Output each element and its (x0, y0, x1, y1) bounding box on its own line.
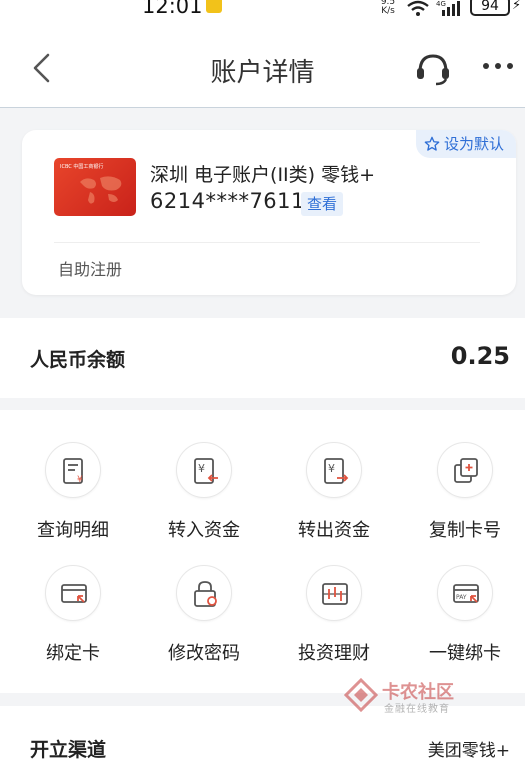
customer-service-icon[interactable] (414, 52, 452, 86)
notification-icon (206, 0, 222, 13)
pay-card-icon: PAY (453, 584, 479, 603)
action-change-password[interactable]: 修改密码 (149, 565, 259, 675)
action-label: 修改密码 (168, 643, 240, 664)
account-card: 设为默认 ICBC 中国工商银行 深圳 电子账户(II类) 零钱+ 6214**… (22, 130, 516, 295)
charging-icon: ⚡ (512, 0, 522, 13)
svg-text:¥: ¥ (328, 462, 335, 475)
action-label: 复制卡号 (429, 520, 501, 541)
set-default-button[interactable]: 设为默认 (415, 130, 516, 158)
account-number: 6214****7611 (150, 189, 305, 213)
card-icon (61, 584, 87, 603)
watermark: 卡农社区 金融在线教育 (344, 678, 474, 715)
set-default-label: 设为默认 (443, 135, 504, 153)
copy-icon (454, 458, 478, 483)
network-speed: 9.5 K/s (380, 0, 396, 16)
action-investment[interactable]: 投资理财 (279, 565, 389, 675)
action-label: 绑定卡 (46, 643, 100, 664)
transfer-in-icon: ¥ (194, 458, 218, 484)
action-label: 一键绑卡 (429, 643, 501, 664)
transfer-out-icon: ¥ (324, 458, 349, 484)
balance-label: 人民币余额 (30, 349, 126, 371)
channel-label: 开立渠道 (30, 739, 107, 761)
action-label: 转出资金 (298, 520, 370, 541)
status-time: 12:01 (142, 0, 203, 18)
action-bind-card[interactable]: 绑定卡 (18, 565, 128, 675)
balance-row: 人民币余额 0.25 (0, 318, 525, 398)
investment-chart-icon (322, 583, 348, 605)
battery-indicator: 94 (470, 0, 510, 16)
action-copy-card-number[interactable]: 复制卡号 (410, 442, 520, 552)
channel-value: 美团零钱+ (427, 741, 510, 761)
action-label: 查询明细 (37, 520, 109, 541)
bank-card-logo: ICBC 中国工商银行 (60, 164, 104, 170)
cell-signal-icon: 4G (436, 0, 460, 16)
action-label: 转入资金 (168, 520, 240, 541)
account-name: 深圳 电子账户(II类) 零钱+ (150, 164, 376, 186)
action-query-details[interactable]: ¥ 查询明细 (18, 442, 128, 552)
register-note: 自助注册 (58, 260, 123, 279)
action-grid: ¥ 查询明细 ¥ 转入资金 ¥ 转出资金 复制卡号 绑定卡 修改密码 投资理财 … (0, 410, 525, 693)
view-number-button[interactable]: 查看 (301, 192, 343, 216)
status-bar: 12:01 9.5 K/s 4G 94 ⚡ (0, 0, 525, 22)
lock-settings-icon (194, 581, 217, 607)
action-one-click-bind[interactable]: PAY 一键绑卡 (410, 565, 520, 675)
document-list-icon: ¥ (63, 458, 83, 485)
watermark-logo-icon (344, 678, 378, 712)
wifi-icon (407, 0, 429, 16)
bank-card-image: ICBC 中国工商银行 (54, 158, 136, 216)
svg-text:PAY: PAY (456, 594, 467, 601)
watermark-tagline: 金融在线教育 (384, 704, 450, 715)
card-divider (54, 242, 480, 243)
svg-text:¥: ¥ (77, 475, 83, 485)
action-transfer-in[interactable]: ¥ 转入资金 (149, 442, 259, 552)
nav-bar: 账户详情 (0, 22, 525, 108)
world-map-graphic (80, 176, 122, 204)
network-type: 4G (436, 0, 446, 8)
action-label: 投资理财 (298, 643, 370, 664)
action-transfer-out[interactable]: ¥ 转出资金 (279, 442, 389, 552)
balance-value: 0.25 (450, 342, 510, 370)
more-options-icon[interactable] (480, 60, 516, 72)
svg-text:¥: ¥ (198, 462, 205, 475)
star-icon (424, 136, 440, 151)
